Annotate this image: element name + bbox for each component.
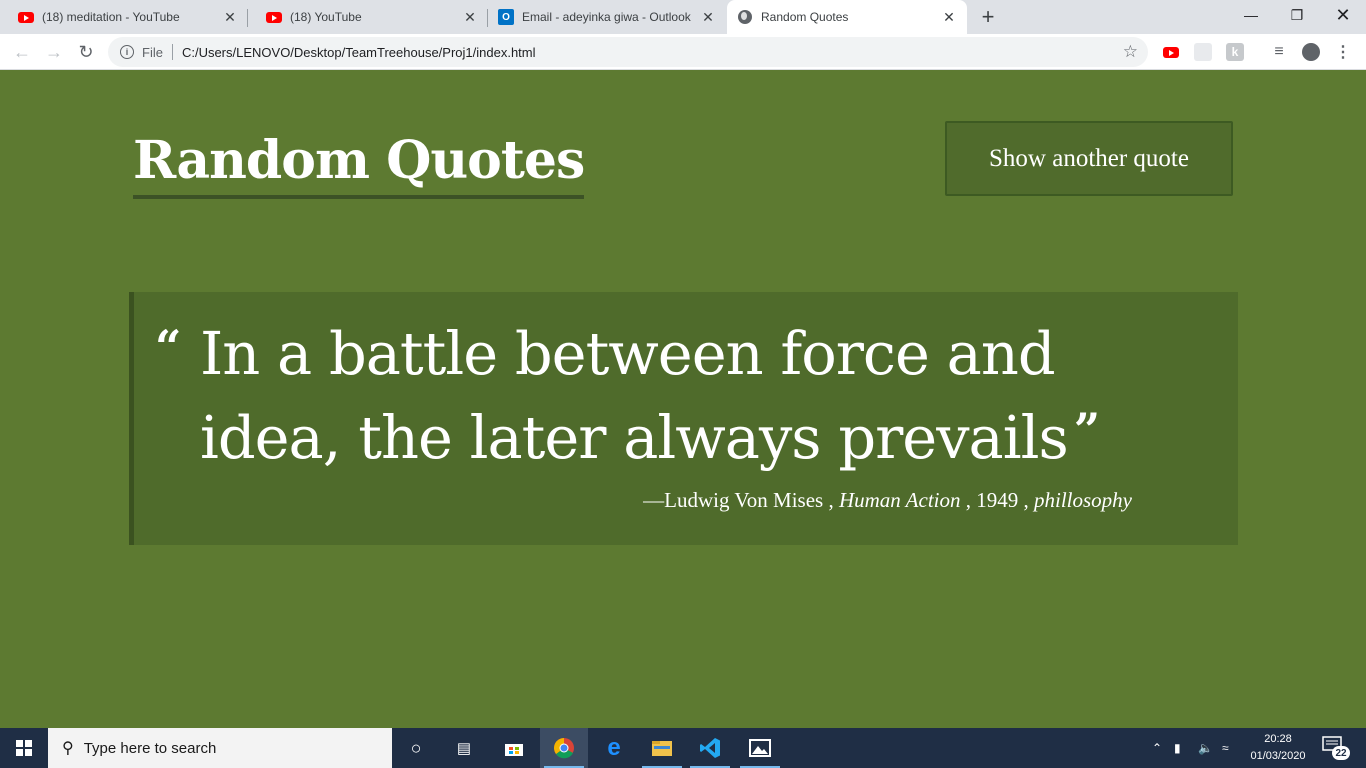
separator: ,	[1018, 488, 1034, 512]
extension-icon[interactable]	[1194, 43, 1212, 61]
quote-source: —Ludwig Von Mises	[643, 488, 824, 512]
back-button[interactable]: ←	[8, 38, 36, 66]
cortana-icon[interactable]: ○	[392, 728, 440, 768]
menu-kebab-icon[interactable]: ⋮	[1334, 43, 1352, 61]
show-hidden-icons-icon[interactable]: ⌃	[1152, 728, 1162, 768]
quote-attribution: —Ludwig Von Mises , Human Action , 1949 …	[643, 488, 1132, 513]
outlook-icon: O	[498, 9, 514, 25]
vscode-icon[interactable]	[686, 728, 734, 768]
tab-random-quotes[interactable]: Random Quotes ✕	[727, 0, 967, 34]
quote-citation: Human Action	[838, 488, 961, 512]
close-quote-mark: ”	[1073, 403, 1100, 457]
quote-text: In a battle between force and idea, the …	[200, 319, 1069, 472]
action-center-icon[interactable]: 22	[1322, 736, 1350, 760]
quote-box: “ In a battle between force and idea, th…	[129, 292, 1238, 545]
open-quote-mark: “	[155, 320, 182, 374]
windows-start-icon[interactable]	[0, 728, 48, 768]
close-icon[interactable]: ✕	[698, 7, 718, 27]
store-icon[interactable]	[490, 728, 538, 768]
clock-time: 20:28	[1264, 733, 1292, 745]
quote-year: 1949	[976, 488, 1019, 512]
show-another-quote-button[interactable]: Show another quote	[945, 121, 1233, 196]
photos-icon[interactable]	[736, 728, 784, 768]
reload-button[interactable]: ↻	[72, 38, 100, 66]
youtube-icon	[18, 9, 34, 25]
edge-icon[interactable]: e	[590, 728, 638, 768]
task-view-icon[interactable]: ▤	[440, 728, 488, 768]
k-extension-icon[interactable]: k	[1226, 43, 1244, 61]
tab-title: Random Quotes	[761, 10, 849, 24]
info-icon[interactable]: i	[120, 45, 134, 59]
quote-tag: phillosophy	[1034, 488, 1132, 512]
system-clock[interactable]: 20:28 01/03/2020	[1238, 731, 1318, 765]
close-icon[interactable]: ✕	[220, 7, 240, 27]
tab-title: Email - adeyinka giwa - Outlook	[522, 10, 691, 24]
new-tab-button[interactable]: +	[976, 4, 1000, 29]
globe-icon	[737, 9, 753, 25]
file-explorer-icon[interactable]	[638, 728, 686, 768]
chrome-icon[interactable]	[540, 728, 588, 768]
page-body: Random Quotes Show another quote “ In a …	[0, 71, 1366, 728]
close-icon[interactable]: ✕	[939, 7, 959, 27]
close-icon[interactable]: ✕	[460, 7, 480, 27]
clock-date: 01/03/2020	[1250, 750, 1306, 762]
browser-toolbar: ← → ↻ i File C:/Users/LENOVO/Desktop/Tea…	[0, 34, 1366, 70]
tab-strip: (18) meditation - YouTube ✕ (18) YouTube…	[0, 0, 1366, 34]
tab-title: (18) meditation - YouTube	[42, 10, 180, 24]
battery-icon[interactable]: ▮	[1174, 728, 1181, 768]
bookmark-star-icon[interactable]: ☆	[1123, 42, 1138, 62]
tab-outlook[interactable]: O Email - adeyinka giwa - Outlook ✕	[488, 0, 726, 34]
notification-badge: 22	[1332, 746, 1350, 760]
quote-text-block: In a battle between force and idea, the …	[200, 316, 1210, 476]
search-placeholder: Type here to search	[83, 739, 217, 757]
profile-avatar-icon[interactable]	[1302, 43, 1320, 61]
taskbar: ⚲ Type here to search ○ ▤ e ⌃ ▮ 🔈 ≈ 20:2…	[0, 728, 1366, 768]
separator: ,	[960, 488, 977, 512]
tab-meditation-youtube[interactable]: (18) meditation - YouTube ✕	[0, 0, 248, 34]
youtube-extension-icon[interactable]	[1162, 43, 1180, 61]
separator: ,	[823, 488, 839, 512]
scheme-label: File	[142, 44, 163, 60]
maximize-button[interactable]: ❐	[1274, 0, 1320, 30]
forward-button[interactable]: →	[40, 38, 68, 66]
tab-title: (18) YouTube	[290, 10, 362, 24]
close-window-button[interactable]: ✕	[1320, 0, 1366, 30]
url-text[interactable]: C:/Users/LENOVO/Desktop/TeamTreehouse/Pr…	[182, 45, 536, 60]
address-bar[interactable]: i File C:/Users/LENOVO/Desktop/TeamTreeh…	[108, 37, 1148, 67]
minimize-button[interactable]: —	[1228, 0, 1274, 30]
wifi-icon[interactable]: ≈	[1222, 728, 1229, 768]
media-control-icon[interactable]: ≡	[1270, 43, 1288, 61]
search-icon: ⚲	[62, 740, 74, 757]
divider	[171, 44, 173, 60]
page-title: Random Quotes	[133, 127, 585, 199]
tab-youtube[interactable]: (18) YouTube ✕	[248, 0, 488, 34]
volume-icon[interactable]: 🔈	[1198, 728, 1213, 768]
youtube-icon	[266, 9, 282, 25]
taskbar-search-input[interactable]: ⚲ Type here to search	[48, 728, 392, 768]
